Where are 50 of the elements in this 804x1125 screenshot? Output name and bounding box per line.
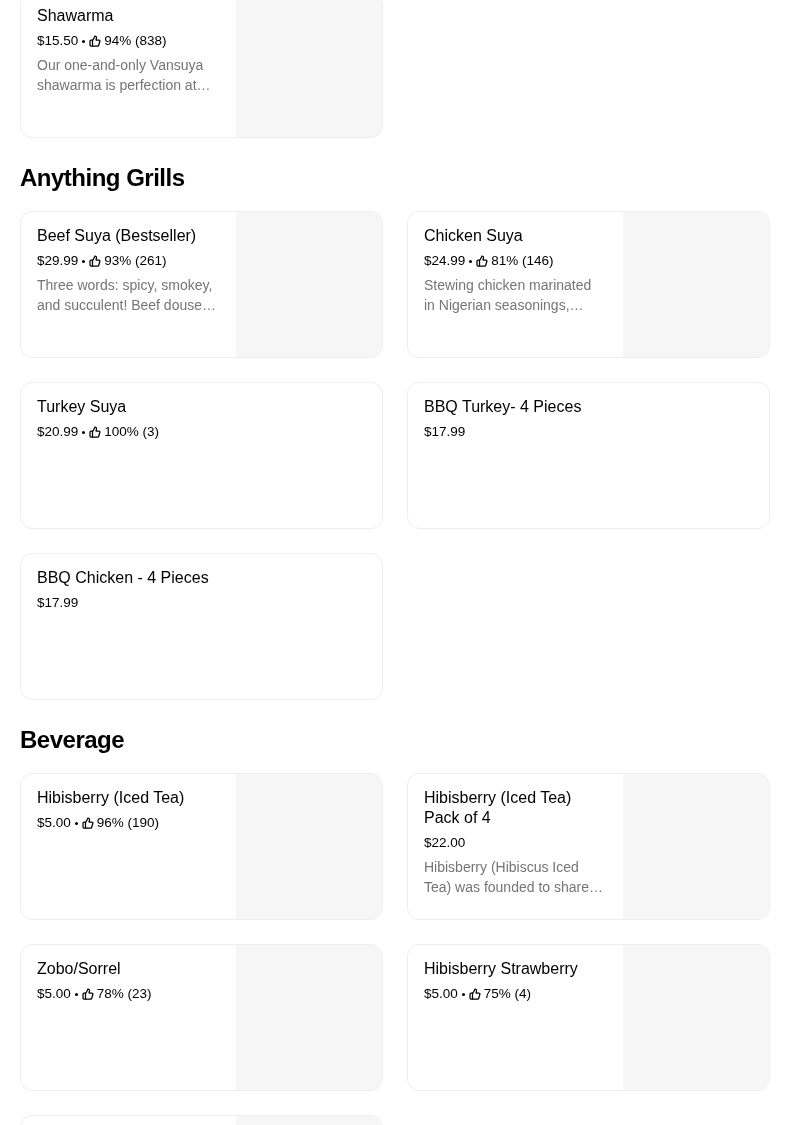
- item-name: BBQ Chicken - 4 Pieces: [37, 568, 210, 588]
- item-description: Stewing chicken marinated in Nigerian seasonings,…: [424, 276, 593, 315]
- menu-item-card[interactable]: Hibisberry (Iced Tea) $5.00 96% (190): [20, 773, 383, 920]
- item-rating: 94% (838): [104, 32, 167, 50]
- thumbs-up-icon: [81, 988, 94, 1000]
- item-price: $22.00: [424, 834, 466, 852]
- menu-item-card[interactable]: Hibisberry (Iced Tea) Pack of 4 $22.00 Hibisberry (Hibiscus Iced Tea) was founded to share…: [407, 773, 770, 920]
- item-name: Hibisberry (Iced Tea): [37, 788, 186, 808]
- item-name: Hibisberry (Iced Tea) Pack of 4: [424, 788, 573, 828]
- item-name: Hibisberry Strawberry: [424, 959, 579, 979]
- item-price: $17.99: [424, 423, 466, 441]
- menu-item-card[interactable]: Hibisberry Strawberry $5.00 75% (4): [407, 944, 770, 1091]
- item-rating: 81% (146): [491, 252, 554, 270]
- menu-item-card[interactable]: Chicken Suya $24.99 81% (146) Stewing chicken marinated in Nigerian seasonings,…: [407, 211, 770, 358]
- menu-item-card[interactable]: BBQ Turkey- 4 Pieces $17.99: [407, 382, 770, 529]
- thumbs-up-icon: [468, 988, 481, 1000]
- item-description: Three words: spicy, smokey, and succulent! Beef douse…: [37, 276, 217, 315]
- section-heading: Anything Grills: [20, 163, 186, 193]
- item-description: Our one-and-only Vansuya shawarma is perfection at…: [37, 56, 212, 95]
- thumbs-up-icon: [89, 35, 102, 47]
- item-price: $24.99: [424, 252, 466, 270]
- section-heading: Beverage: [20, 725, 126, 755]
- item-price: $29.99: [37, 252, 79, 270]
- menu-item-card[interactable]: BBQ Chicken - 4 Pieces $17.99: [20, 553, 383, 700]
- item-rating: 100% (3): [104, 423, 160, 441]
- item-name: Chicken Suya: [424, 226, 524, 246]
- item-name: Shawarma: [37, 6, 115, 26]
- menu-item-card[interactable]: Shawarma $15.50 94% (838) Our one-and-only Vansuya shawarma is perfection at…: [20, 0, 383, 138]
- item-price: $5.00: [37, 814, 71, 832]
- item-price: $15.50: [37, 32, 79, 50]
- item-price: $5.00: [424, 985, 458, 1003]
- item-description: Hibisberry (Hibiscus Iced Tea) was founded to share…: [424, 858, 604, 897]
- item-rating: 93% (261): [104, 252, 167, 270]
- menu-item-card[interactable]: Zobo/Sorrel $5.00 78% (23): [20, 944, 383, 1091]
- item-name: BBQ Turkey- 4 Pieces: [424, 397, 583, 417]
- item-price: $17.99: [37, 594, 79, 612]
- item-name: Turkey Suya: [37, 397, 128, 417]
- item-rating: 75% (4): [483, 985, 532, 1003]
- thumbs-up-icon: [81, 817, 94, 829]
- thumbs-up-icon: [89, 426, 102, 438]
- item-name: Beef Suya (Bestseller): [37, 226, 198, 246]
- item-price: $5.00: [37, 985, 71, 1003]
- item-rating: 78% (23): [96, 985, 152, 1003]
- item-name: Zobo/Sorrel: [37, 959, 122, 979]
- menu-item-card[interactable]: Beef Suya (Bestseller) $29.99 93% (261) Three words: spicy, smokey, and succulent! Beef douse…: [20, 211, 383, 358]
- item-price: $20.99: [37, 423, 79, 441]
- thumbs-up-icon: [476, 255, 489, 267]
- item-rating: 96% (190): [96, 814, 160, 832]
- menu-item-card[interactable]: Turkey Suya $20.99 100% (3): [20, 382, 383, 529]
- thumbs-up-icon: [89, 255, 102, 267]
